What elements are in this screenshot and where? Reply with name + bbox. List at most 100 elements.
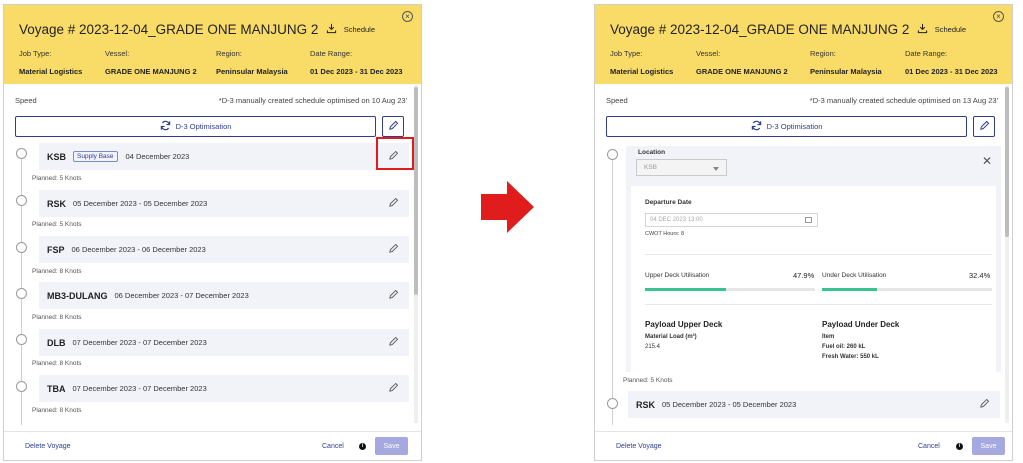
save-button[interactable]: Save (375, 437, 408, 455)
cancel-link[interactable]: Cancel (918, 443, 940, 450)
region: Region: Peninsular Malaysia (810, 49, 882, 76)
stop-dates: 05 December 2023 - 05 December 2023 (73, 199, 208, 208)
upper-deck-utilisation-value: 47.9% (793, 271, 815, 280)
d3-optimisation-button[interactable]: D-3 Optimisation (606, 116, 967, 137)
region: Region: Peninsular Malaysia (216, 49, 288, 76)
material-load-label: Material Load (m³) (645, 334, 697, 340)
under-deck-utilisation-value: 32.4% (969, 271, 991, 280)
vessel: Vessel: GRADE ONE MANJUNG 2 (105, 49, 197, 76)
stop-code: MB3-DULANG (47, 290, 108, 301)
voyage-header: Voyage # 2023-12-04_GRADE ONE MANJUNG 2 … (595, 5, 1012, 84)
date-range-value: 01 Dec 2023 - 31 Dec 2023 (905, 67, 998, 76)
stop-dates: 05 December 2023 - 05 December 2023 (662, 400, 797, 409)
timeline-node (16, 195, 27, 206)
timeline-line (612, 155, 613, 425)
timeline-node (16, 334, 27, 345)
region-label: Region: (216, 49, 242, 58)
stop-row-dlb[interactable]: DLB 07 December 2023 - 07 December 2023 (39, 329, 409, 356)
stop-code: TBA (47, 383, 66, 394)
stop-row-rsk[interactable]: RSK 05 December 2023 - 05 December 2023 (628, 391, 1000, 418)
schedule-button[interactable]: Schedule (326, 23, 375, 36)
date-range: Date Range: 01 Dec 2023 - 31 Dec 2023 (905, 49, 998, 76)
under-deck-progress-fill (822, 288, 878, 291)
pencil-icon[interactable] (388, 382, 399, 395)
vessel: Vessel: GRADE ONE MANJUNG 2 (696, 49, 788, 76)
scrollbar-thumb[interactable] (1005, 87, 1009, 237)
planned-speed: Planned: 5 Knots (32, 175, 82, 182)
fuel-oil-value: Fuel oil: 260 kL (822, 344, 866, 350)
stop-dates: 07 December 2023 - 07 December 2023 (72, 338, 207, 347)
divider (645, 254, 992, 255)
job-type-value: Material Logistics (610, 67, 674, 76)
delete-voyage-link[interactable]: Delete Voyage (25, 443, 71, 450)
region-label: Region: (810, 49, 836, 58)
voyage-title: Voyage # 2023-12-04_GRADE ONE MANJUNG 2 (610, 22, 910, 37)
info-icon[interactable]: i (359, 443, 366, 450)
item-label: Item (822, 334, 835, 340)
region-value: Peninsular Malaysia (216, 67, 288, 76)
stop-row-tba[interactable]: TBA 07 December 2023 - 07 December 2023 (39, 375, 409, 402)
scrollbar[interactable] (1005, 85, 1009, 423)
planned-speed: Planned: 5 Knots (32, 221, 82, 228)
stop-row-mb3-dulang[interactable]: MB3-DULANG 06 December 2023 - 07 Decembe… (39, 282, 409, 309)
pencil-icon[interactable] (979, 398, 990, 411)
timeline-node (607, 398, 618, 409)
voyage-header: Voyage # 2023-12-04_GRADE ONE MANJUNG 2 … (4, 5, 421, 84)
d3-optimisation-label: D-3 Optimisation (175, 122, 232, 131)
timeline-node (607, 149, 618, 160)
upper-deck-progress (645, 288, 815, 291)
stop-row-fsp[interactable]: FSP 06 December 2023 - 06 December 2023 (39, 236, 409, 263)
planned-speed: Planned: 8 Knots (32, 360, 82, 367)
highlight-box (376, 137, 414, 170)
refresh-icon (751, 120, 762, 133)
job-type: Job Type: Material Logistics (610, 49, 673, 76)
stop-dates: 06 December 2023 - 07 December 2023 (114, 291, 249, 300)
payload-under-deck-title: Payload Under Deck (822, 320, 900, 329)
optimisation-note: *D-3 manually created schedule optimised… (809, 96, 998, 105)
departure-date-value: 04 DEC 2023 13:00 (650, 217, 703, 223)
delete-voyage-link[interactable]: Delete Voyage (616, 443, 662, 450)
job-type-value: Material Logistics (19, 67, 83, 76)
scrollbar-thumb[interactable] (414, 87, 418, 295)
stop-dates: 06 December 2023 - 06 December 2023 (71, 245, 206, 254)
timeline-node (16, 381, 27, 392)
date-range-label: Date Range: (310, 49, 353, 58)
schedule-button[interactable]: Schedule (917, 23, 966, 36)
pencil-icon (979, 118, 990, 136)
close-icon[interactable]: ✕ (982, 155, 992, 167)
stop-code: KSB (47, 151, 67, 162)
close-icon[interactable]: × (402, 11, 413, 22)
vessel-label: Vessel: (105, 49, 130, 58)
d3-optimisation-button[interactable]: D-3 Optimisation (15, 116, 376, 137)
stop-dates: 04 December 2023 (125, 152, 190, 161)
download-schedule-icon (917, 23, 928, 36)
timeline-node (16, 242, 27, 253)
under-deck-progress (822, 288, 992, 291)
stop-details: Departure Date 04 DEC 2023 13:00 CWOT Ho… (631, 186, 996, 372)
info-icon[interactable]: i (956, 443, 963, 450)
cancel-link[interactable]: Cancel (322, 443, 344, 450)
close-icon[interactable]: × (993, 11, 1004, 22)
stop-editor-card: Location KSB ✕ Departure Date 04 DEC 202… (626, 146, 1001, 372)
stop-row-ksb[interactable]: KSB Supply Base 04 December 2023 (39, 143, 409, 170)
job-type: Job Type: Material Logistics (19, 49, 82, 76)
speed-label: Speed (606, 96, 628, 105)
stop-row-rsk[interactable]: RSK 05 December 2023 - 05 December 2023 (39, 190, 409, 217)
pencil-icon[interactable] (388, 243, 399, 256)
voyage-title: Voyage # 2023-12-04_GRADE ONE MANJUNG 2 (19, 22, 319, 37)
planned-speed: Planned: 8 Knots (32, 407, 82, 414)
location-select[interactable]: KSB (636, 159, 727, 176)
departure-date-input[interactable]: 04 DEC 2023 13:00 (645, 213, 818, 227)
scrollbar[interactable] (414, 85, 418, 423)
pencil-icon[interactable] (388, 197, 399, 210)
edit-schedule-button[interactable] (973, 116, 995, 137)
right-arrow-icon (481, 181, 535, 238)
save-button[interactable]: Save (972, 437, 1005, 455)
calendar-icon[interactable] (805, 217, 812, 223)
edit-schedule-button[interactable] (382, 116, 404, 137)
date-range-value: 01 Dec 2023 - 31 Dec 2023 (310, 67, 403, 76)
pencil-icon[interactable] (388, 336, 399, 349)
pencil-icon[interactable] (388, 289, 399, 302)
d3-optimisation-label: D-3 Optimisation (766, 122, 823, 131)
pencil-icon (388, 118, 399, 136)
